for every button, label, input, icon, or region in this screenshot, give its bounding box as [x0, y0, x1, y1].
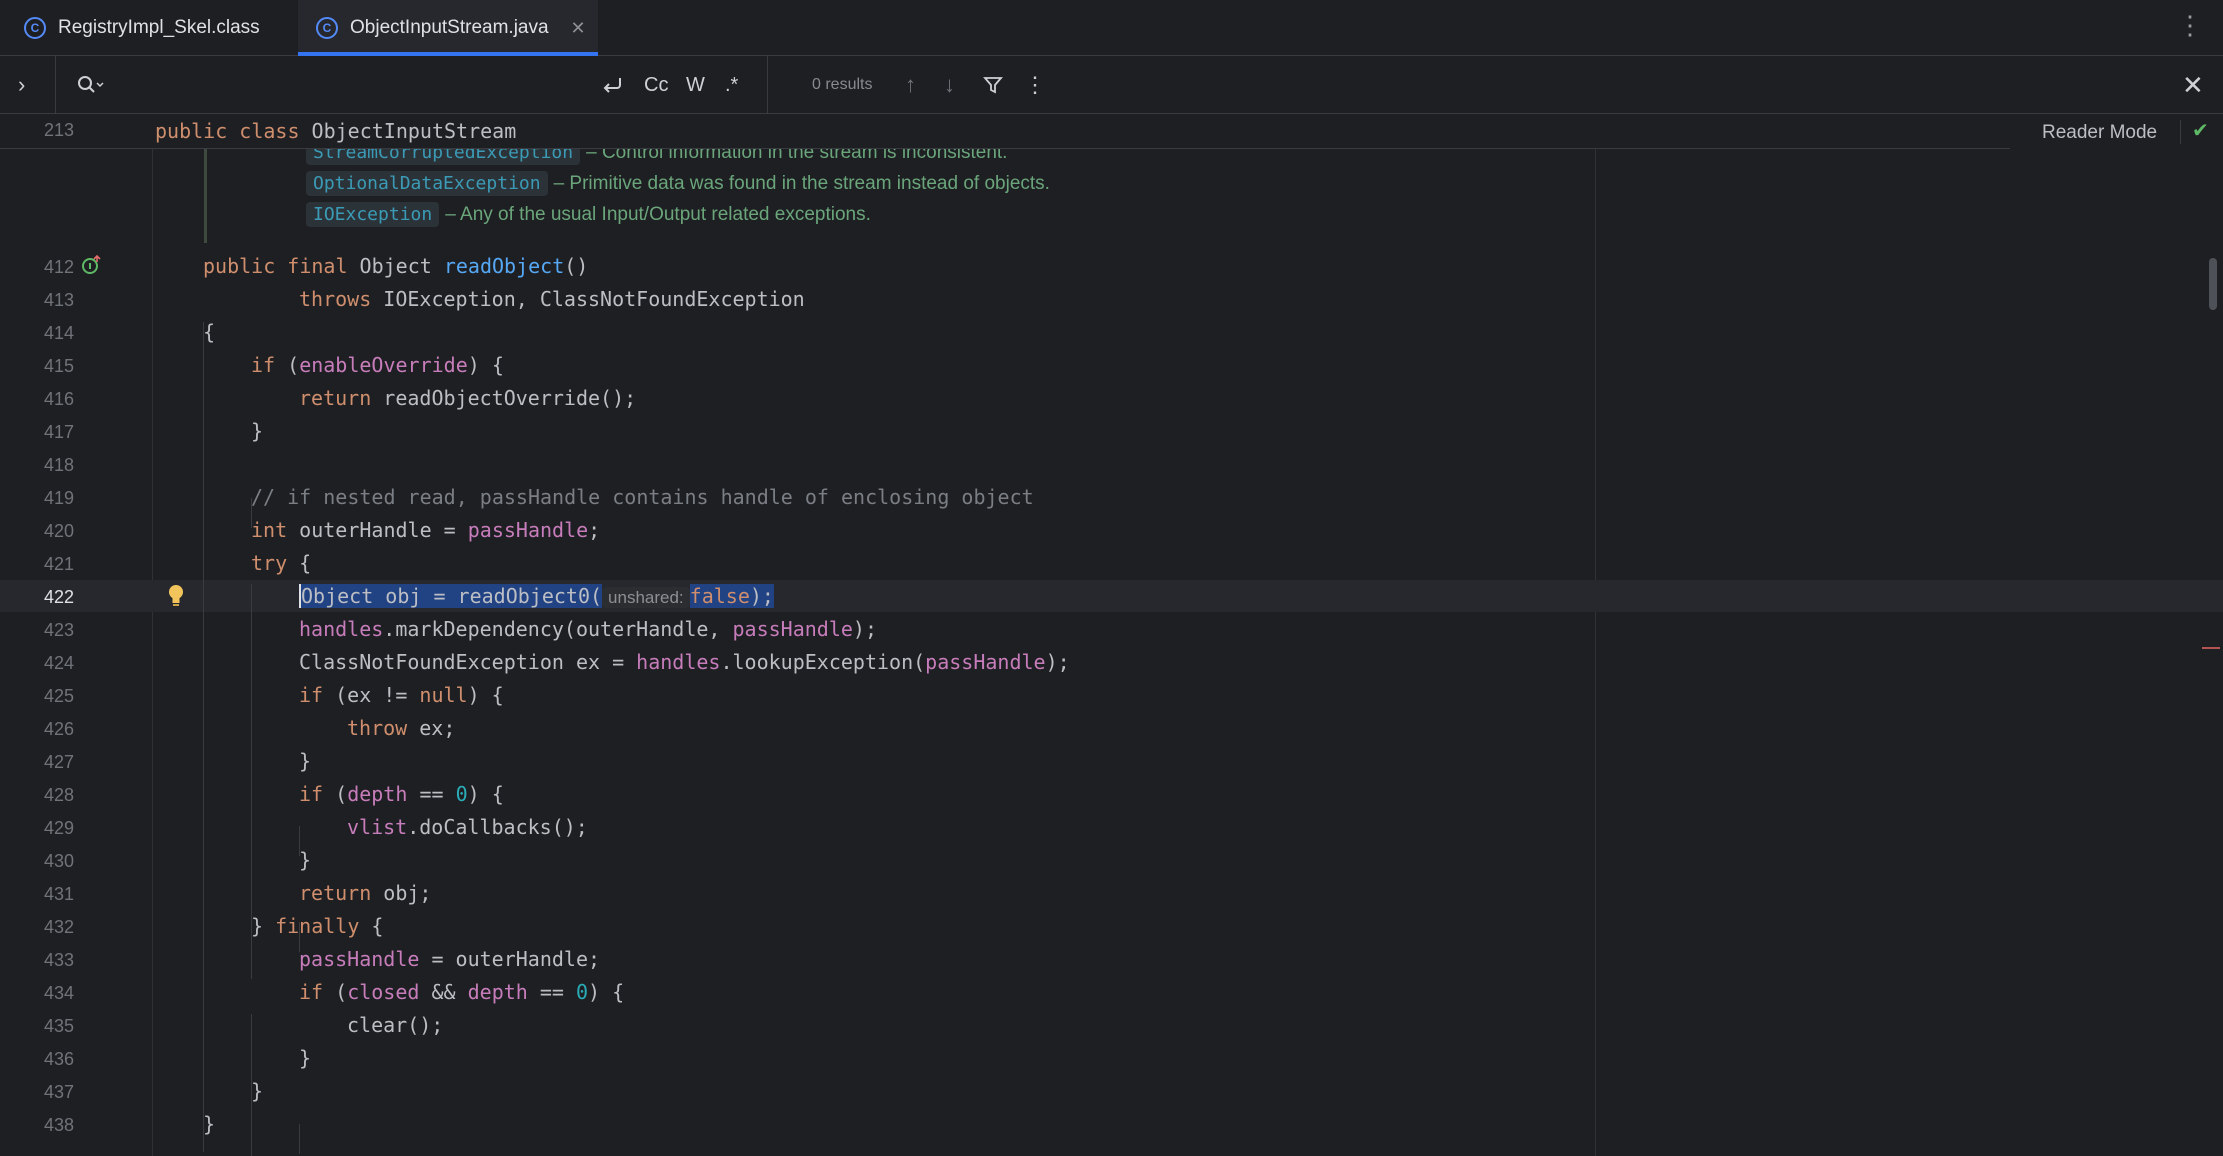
line-number: 415	[43, 356, 74, 376]
line-number: 413	[43, 290, 74, 310]
words-button[interactable]: W	[686, 56, 705, 114]
lightbulb-icon[interactable]	[166, 583, 186, 612]
close-tab-icon[interactable]: ✕	[571, 18, 586, 39]
code-line[interactable]: passHandle = outerHandle;	[299, 947, 600, 971]
code-line[interactable]: throw ex;	[347, 716, 455, 740]
code-line[interactable]: if (ex != null) {	[299, 683, 504, 707]
code-line[interactable]: if (enableOverride) {	[251, 353, 504, 377]
code-line[interactable]: if (closed && depth == 0) {	[299, 980, 624, 1004]
indent-guide	[299, 1124, 300, 1154]
code-line[interactable]: }	[299, 1046, 311, 1070]
line-number: 429	[43, 818, 74, 838]
line-number: 412	[43, 257, 74, 277]
gutter-border	[152, 148, 153, 1156]
vertical-scrollbar-thumb[interactable]	[2209, 258, 2217, 310]
line-number: 431	[43, 884, 74, 904]
more-options-icon[interactable]: ⋮	[1024, 56, 1046, 114]
line-number: 417	[43, 422, 74, 442]
search-icon[interactable]	[76, 56, 104, 114]
wrap-icon[interactable]	[600, 56, 624, 114]
indent-guide	[203, 322, 204, 1152]
doc-throws-item: IOException – Any of the usual Input/Outp…	[306, 202, 871, 227]
line-number-current: 422	[43, 587, 74, 607]
line-number: 427	[43, 752, 74, 772]
sticky-code-line[interactable]: public class ObjectInputStream	[155, 119, 516, 143]
code-editor[interactable]: 213 public class ObjectInputStream Reade…	[0, 114, 2223, 1156]
code-line[interactable]: } finally {	[251, 914, 383, 938]
close-icon[interactable]: ✕	[2182, 56, 2204, 114]
right-margin-guide	[1595, 148, 1596, 1156]
tab-registryimpl-skel[interactable]: C RegistryImpl_Skel.class	[18, 0, 290, 56]
overrides-method-icon[interactable]	[81, 254, 103, 280]
line-number: 424	[43, 653, 74, 673]
next-occurrence-icon[interactable]: ↓	[944, 56, 955, 114]
match-case-button[interactable]: Cc	[644, 56, 668, 114]
line-number: 423	[43, 620, 74, 640]
editor-tab-bar: C RegistryImpl_Skel.class C ObjectInputS…	[0, 0, 2223, 56]
divider	[767, 56, 768, 114]
code-comment[interactable]: // if nested read, passHandle contains h…	[251, 485, 1034, 509]
line-number: 436	[43, 1049, 74, 1069]
divider	[55, 56, 56, 114]
line-number: 430	[43, 851, 74, 871]
parameter-hint: unshared:	[602, 587, 690, 608]
sticky-lines-panel: 213 public class ObjectInputStream	[0, 114, 2010, 149]
code-line[interactable]: }	[203, 1112, 215, 1136]
doc-comment-bar	[204, 148, 207, 243]
tab-label: RegistryImpl_Skel.class	[58, 17, 260, 38]
java-class-icon: C	[316, 17, 338, 39]
code-line[interactable]: }	[251, 419, 263, 443]
code-line[interactable]: ClassNotFoundException ex = handles.look…	[299, 650, 1070, 674]
error-stripe-marker[interactable]	[2202, 647, 2220, 649]
more-tabs-icon[interactable]: ⋮	[2177, 10, 2203, 41]
line-number: 425	[43, 686, 74, 706]
code-line[interactable]: handles.markDependency(outerHandle, pass…	[299, 617, 877, 641]
find-bar: › Cc W .* 0 results ↑ ↓ ⋮ ✕	[0, 56, 2223, 114]
line-number: 426	[43, 719, 74, 739]
code-line[interactable]: if (depth == 0) {	[299, 782, 504, 806]
results-count: 0 results	[812, 76, 873, 93]
chevron-right-icon[interactable]: ›	[18, 56, 25, 114]
code-line[interactable]: }	[299, 848, 311, 872]
doc-throws-item: OptionalDataException – Primitive data wa…	[306, 171, 1050, 196]
check-icon: ✔	[2192, 120, 2209, 142]
divider	[2180, 120, 2181, 144]
line-number: 438	[43, 1115, 74, 1135]
previous-occurrence-icon[interactable]: ↑	[905, 56, 916, 114]
code-line[interactable]: try {	[251, 551, 311, 575]
code-line[interactable]: clear();	[347, 1013, 443, 1037]
code-line[interactable]: vlist.doCallbacks();	[347, 815, 588, 839]
code-line[interactable]: return readObjectOverride();	[299, 386, 636, 410]
line-number: 419	[43, 488, 74, 508]
line-number: 420	[43, 521, 74, 541]
line-number: 428	[43, 785, 74, 805]
code-line[interactable]: public final Object readObject()	[203, 254, 588, 278]
selected-code-line[interactable]: Object obj = readObject0(unshared: false)…	[299, 584, 774, 608]
code-line[interactable]: }	[251, 1079, 263, 1103]
tab-objectinputstream[interactable]: C ObjectInputStream.java ✕	[298, 0, 598, 56]
line-number: 414	[43, 323, 74, 343]
filter-icon[interactable]	[983, 56, 1003, 114]
line-number: 416	[43, 389, 74, 409]
doc-link[interactable]: IOException	[306, 202, 440, 227]
line-number: 437	[43, 1082, 74, 1102]
line-number: 434	[43, 983, 74, 1003]
code-line[interactable]: {	[203, 320, 215, 344]
line-number: 432	[43, 917, 74, 937]
code-line[interactable]: return obj;	[299, 881, 431, 905]
line-number: 213	[43, 120, 74, 140]
line-number: 418	[43, 455, 74, 475]
line-number: 433	[43, 950, 74, 970]
code-line[interactable]: }	[299, 749, 311, 773]
class-file-icon: C	[24, 17, 46, 39]
line-number: 435	[43, 1016, 74, 1036]
line-number: 421	[43, 554, 74, 574]
reader-mode-button[interactable]: Reader Mode	[2042, 122, 2157, 144]
tab-label: ObjectInputStream.java	[350, 17, 549, 38]
doc-link[interactable]: OptionalDataException	[306, 171, 548, 196]
code-line[interactable]: throws IOException, ClassNotFoundExcepti…	[299, 287, 805, 311]
regex-button[interactable]: .*	[725, 56, 738, 114]
code-line[interactable]: int outerHandle = passHandle;	[251, 518, 600, 542]
